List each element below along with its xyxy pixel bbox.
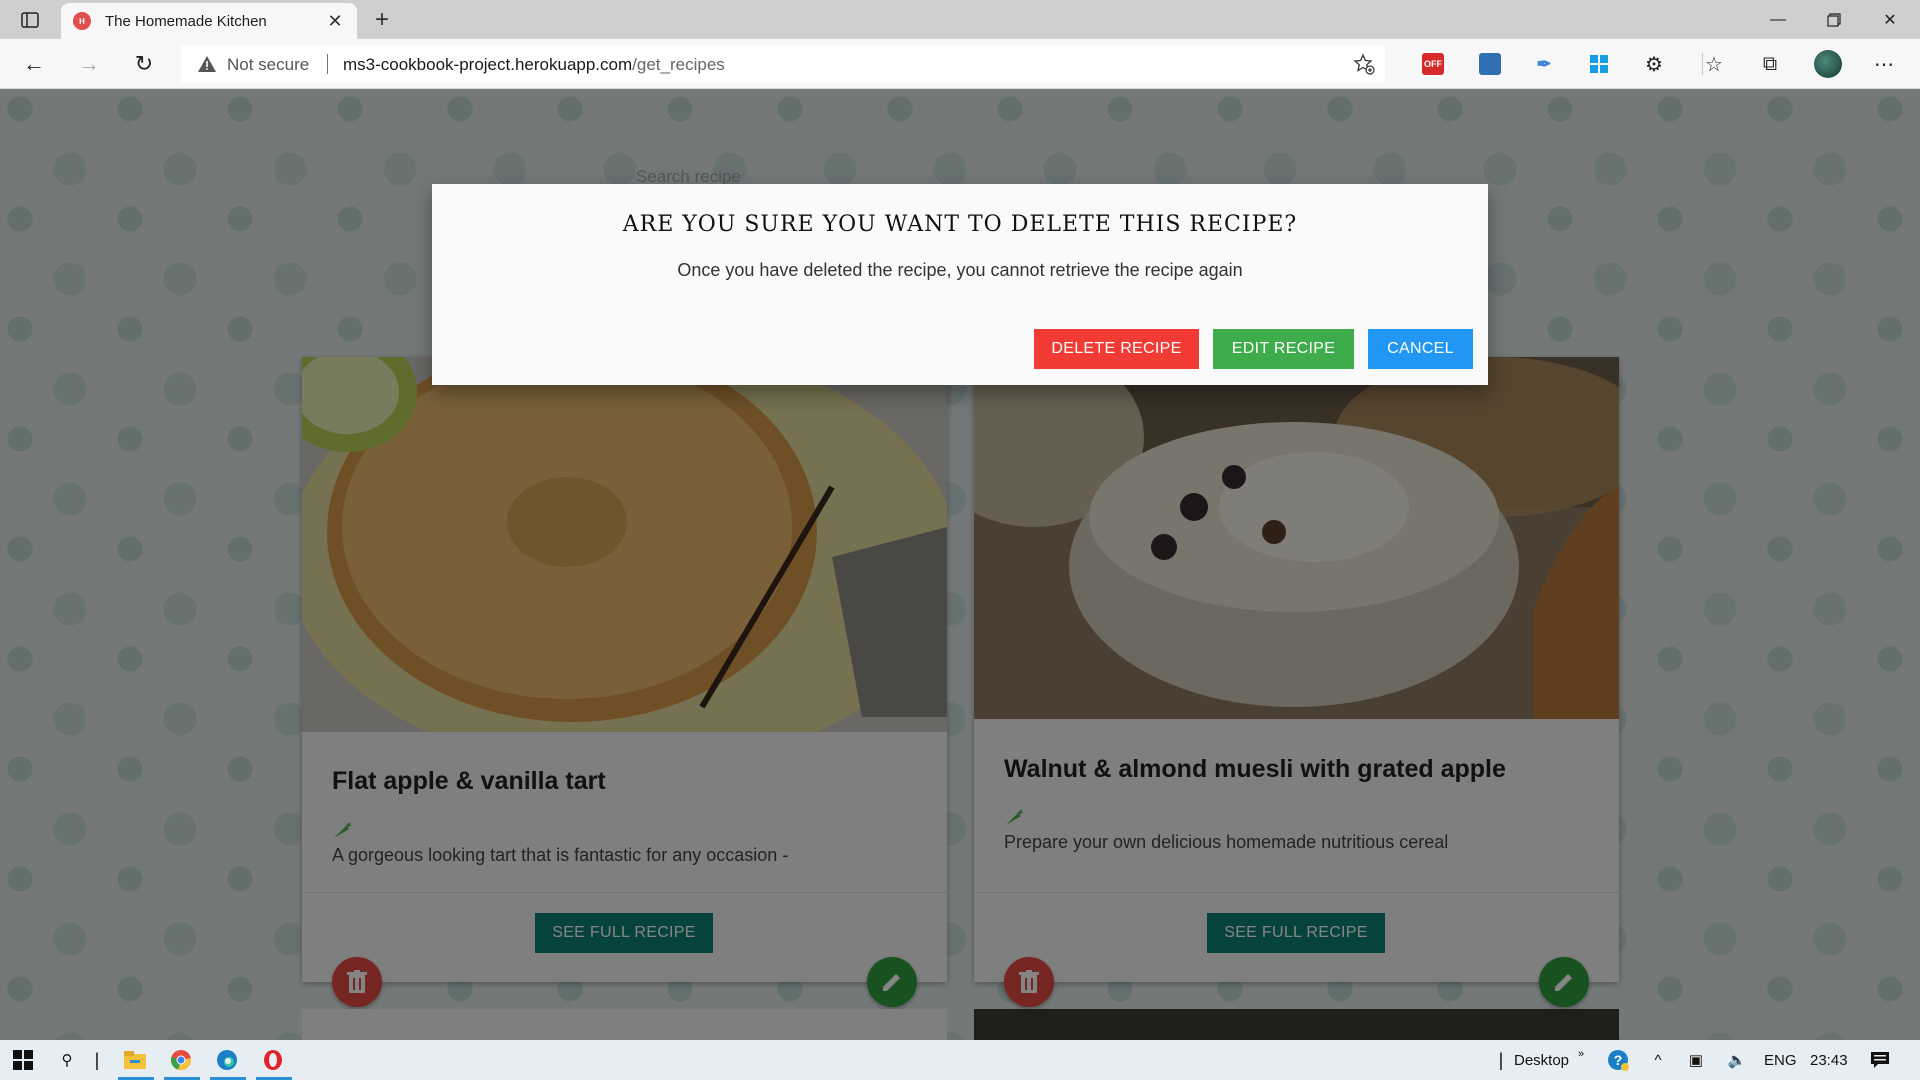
taskbar-divider: | — [94, 1049, 100, 1070]
browser-tab[interactable]: H The Homemade Kitchen ✕ — [61, 3, 357, 39]
volume-icon[interactable]: 🔈 — [1724, 1046, 1750, 1074]
modal-cancel-button[interactable]: CANCEL — [1368, 329, 1473, 369]
modal-edit-button[interactable]: EDIT RECIPE — [1213, 329, 1354, 369]
refresh-icon[interactable]: ↻ — [128, 48, 160, 80]
more-menu-icon[interactable]: ⋯ — [1871, 51, 1897, 77]
warning-icon[interactable] — [197, 54, 217, 74]
minimize-icon[interactable]: — — [1750, 0, 1806, 39]
delete-confirm-modal: ARE YOU SURE YOU WANT TO DELETE THIS REC… — [432, 184, 1488, 385]
favorites-icon[interactable]: ☆ — [1701, 51, 1727, 77]
screenshot-extension-icon[interactable] — [1479, 53, 1501, 75]
tab-close-icon[interactable]: ✕ — [323, 9, 347, 33]
toolbar-expand-icon[interactable]: » — [1578, 1040, 1584, 1068]
tab-actions-icon[interactable] — [14, 8, 46, 32]
file-explorer-icon[interactable] — [120, 1046, 150, 1074]
taskbar-divider: | — [1498, 1049, 1504, 1070]
language-indicator[interactable]: ENG — [1764, 1046, 1797, 1074]
collections-icon[interactable]: ⧉ — [1757, 51, 1783, 77]
restore-icon[interactable] — [1806, 0, 1862, 39]
coupon-extension-icon[interactable]: OFF — [1422, 53, 1444, 75]
page-content: Search recipe Flat apple & vanilla tart … — [0, 89, 1920, 1040]
security-label: Not secure — [227, 55, 310, 74]
modal-title: ARE YOU SURE YOU WANT TO DELETE THIS REC… — [622, 212, 1298, 237]
add-favorite-icon[interactable] — [1353, 53, 1375, 75]
extensions-puzzle-icon[interactable]: ⚙ — [1641, 51, 1667, 77]
help-icon[interactable]: ? — [1605, 1046, 1631, 1074]
start-icon[interactable] — [8, 1046, 38, 1074]
clock[interactable]: 23:43 — [1810, 1046, 1848, 1074]
desktop-toolbar-label[interactable]: Desktop — [1514, 1046, 1569, 1074]
windows-taskbar: ⚲ | | Desktop » ? ^ ▣ 🔈 ENG 23:43 — [0, 1040, 1920, 1080]
profile-avatar[interactable] — [1814, 50, 1842, 78]
address-separator — [327, 54, 328, 74]
edge-icon[interactable] — [212, 1046, 242, 1074]
url-host: ms3-cookbook-project.herokuapp.com — [343, 55, 633, 74]
url-path: /get_recipes — [632, 55, 725, 74]
windows-extension-icon[interactable] — [1588, 53, 1610, 75]
opera-icon[interactable] — [258, 1046, 288, 1074]
address-bar[interactable]: Not secure ms3-cookbook-project.herokuap… — [181, 45, 1385, 83]
svg-text:?: ? — [1614, 1052, 1623, 1068]
notifications-icon[interactable] — [1866, 1046, 1894, 1074]
network-icon[interactable]: ▣ — [1684, 1046, 1708, 1074]
back-arrow-icon[interactable]: ← — [18, 48, 50, 80]
tab-strip: H The Homemade Kitchen ✕ + — ✕ — [0, 0, 1920, 39]
modal-text: Once you have deleted the recipe, you ca… — [677, 260, 1243, 280]
url-text[interactable]: ms3-cookbook-project.herokuapp.com/get_r… — [343, 55, 725, 75]
search-icon[interactable]: ⚲ — [52, 1046, 82, 1074]
tab-title: The Homemade Kitchen — [105, 13, 267, 30]
site-favicon-icon: H — [73, 12, 91, 30]
pen-extension-icon[interactable]: ✒ — [1533, 53, 1555, 75]
browser-toolbar: ← → ↻ Not secure ms3-cookbook-project.he… — [0, 39, 1920, 89]
chrome-icon[interactable] — [166, 1046, 196, 1074]
forward-arrow-icon[interactable]: → — [73, 48, 105, 80]
show-hidden-icons-icon[interactable]: ^ — [1646, 1046, 1670, 1074]
new-tab-icon[interactable]: + — [368, 6, 396, 34]
window-close-icon[interactable]: ✕ — [1862, 0, 1918, 39]
modal-delete-button[interactable]: DELETE RECIPE — [1034, 329, 1199, 369]
